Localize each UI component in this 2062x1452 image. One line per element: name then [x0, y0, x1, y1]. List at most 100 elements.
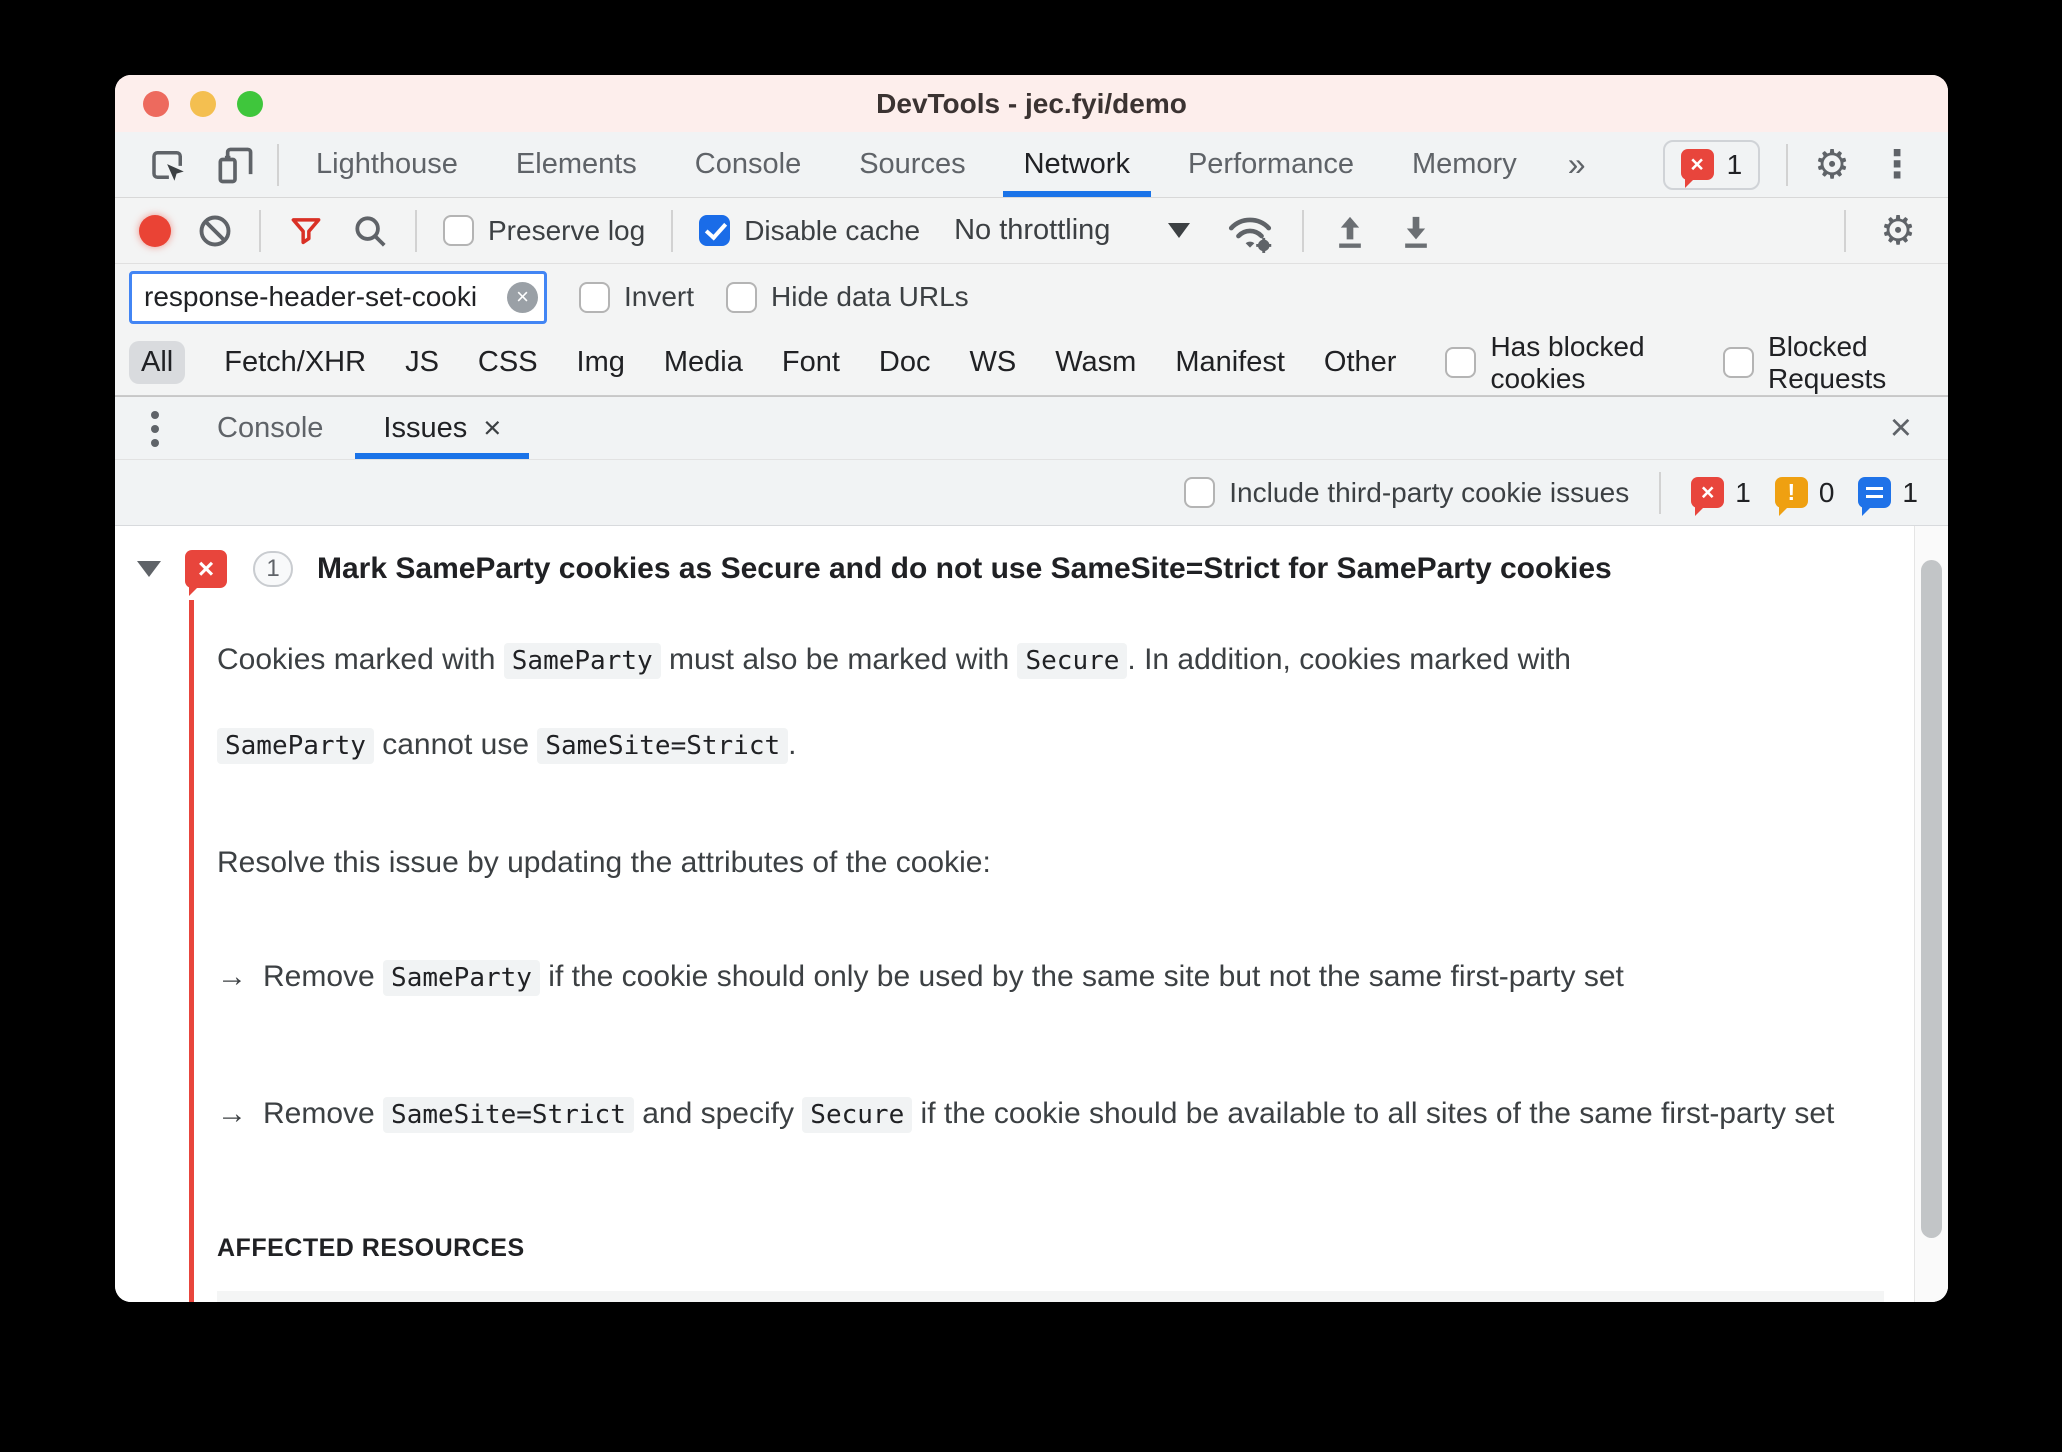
drawer-kebab-menu-icon[interactable] — [151, 411, 159, 419]
arrow-icon: → — [217, 960, 247, 993]
tab-network[interactable]: Network — [995, 132, 1159, 197]
filter-input-wrap: × — [129, 270, 547, 324]
issues-panel: × 1 Mark SameParty cookies as Secure and… — [115, 526, 1948, 1302]
devtools-tab-bar: Lighthouse Elements Console Sources Netw… — [115, 132, 1948, 198]
close-drawer-icon[interactable]: × — [1876, 407, 1926, 450]
issue-severity-border — [189, 600, 194, 1302]
devtools-window: DevTools - jec.fyi/demo Lighthouse Eleme… — [115, 75, 1948, 1302]
info-count-badge: 1 — [1858, 477, 1918, 516]
settings-gear-icon[interactable]: ⚙ — [1798, 142, 1866, 188]
search-icon[interactable] — [351, 212, 389, 250]
disable-cache-checkbox[interactable] — [699, 215, 731, 246]
tab-performance[interactable]: Performance — [1159, 132, 1383, 197]
open-issues-button[interactable]: × 1 — [1662, 139, 1761, 190]
has-blocked-cookies-toggle[interactable]: Has blocked cookies — [1445, 331, 1674, 395]
tab-elements[interactable]: Elements — [487, 132, 666, 197]
network-settings-gear-icon[interactable]: ⚙ — [1872, 208, 1924, 254]
affected-resources-box: 1 Raw Set-Cookie header Foo2=bar2;SamePa… — [217, 1291, 1884, 1302]
invert-toggle[interactable]: Invert — [579, 281, 694, 313]
network-filter-row: × Invert Hide data URLs — [115, 264, 1948, 330]
preserve-log-toggle[interactable]: Preserve log — [443, 215, 645, 247]
error-bubble-icon: × — [185, 550, 227, 596]
filter-wasm[interactable]: Wasm — [1055, 346, 1136, 379]
blocked-requests-toggle[interactable]: Blocked Requests — [1723, 331, 1928, 395]
filter-doc[interactable]: Doc — [879, 346, 931, 379]
tab-memory[interactable]: Memory — [1383, 132, 1546, 197]
filter-icon[interactable] — [287, 212, 325, 250]
more-tabs-button[interactable]: » — [1546, 132, 1608, 197]
device-toolbar-button[interactable] — [201, 143, 269, 187]
hide-data-urls-label: Hide data URLs — [771, 281, 969, 312]
resource-type-filters: All Fetch/XHR JS CSS Img Media Font Doc … — [115, 330, 1948, 396]
drawer-tab-console[interactable]: Console — [187, 397, 353, 459]
inspect-element-button[interactable] — [135, 144, 201, 186]
issue-header[interactable]: × 1 Mark SameParty cookies as Secure and… — [115, 526, 1948, 596]
disable-cache-label: Disable cache — [744, 214, 921, 246]
preserve-log-checkbox[interactable] — [443, 215, 474, 246]
invert-checkbox[interactable] — [579, 281, 610, 313]
issue-count-badge: 1 — [253, 551, 293, 587]
resolution-step: → Remove SameSite=Strict and specify Secu… — [217, 1075, 1884, 1154]
blocked-requests-checkbox[interactable] — [1723, 347, 1755, 378]
filter-css[interactable]: CSS — [478, 346, 538, 379]
divider — [1659, 471, 1662, 514]
filter-manifest[interactable]: Manifest — [1175, 346, 1285, 379]
warning-count-badge: ! 0 — [1774, 477, 1834, 516]
console-tab-label: Console — [217, 411, 324, 444]
minimize-window-button[interactable] — [190, 90, 216, 117]
network-conditions-icon[interactable] — [1224, 209, 1276, 253]
resolution-step: → Remove SameParty if the cookie should o… — [217, 938, 1884, 1017]
filter-other[interactable]: Other — [1324, 346, 1397, 379]
tab-console[interactable]: Console — [666, 132, 830, 197]
clear-network-log-button[interactable] — [197, 213, 233, 249]
error-bubble-icon: × — [1680, 149, 1714, 188]
traffic-lights — [143, 75, 263, 132]
error-bubble-icon: × — [1691, 477, 1725, 516]
issue-title: Mark SameParty cookies as Secure and do … — [317, 552, 1612, 585]
close-issues-tab-icon[interactable]: × — [483, 410, 501, 446]
include-third-party-checkbox[interactable] — [1184, 477, 1216, 508]
drawer-tab-bar: Console Issues × × — [115, 396, 1948, 460]
divider — [1844, 209, 1847, 252]
scrollbar-thumb[interactable] — [1921, 560, 1942, 1238]
filter-input[interactable] — [129, 270, 547, 324]
arrow-icon: → — [217, 1097, 247, 1130]
include-third-party-label: Include third-party cookie issues — [1229, 476, 1630, 508]
filter-all[interactable]: All — [129, 341, 186, 384]
clear-filter-icon[interactable]: × — [507, 281, 538, 313]
network-toolbar: Preserve log Disable cache No throttling — [115, 198, 1948, 264]
filter-js[interactable]: JS — [405, 346, 439, 379]
record-icon — [139, 214, 171, 247]
window-title: DevTools - jec.fyi/demo — [876, 87, 1187, 119]
filter-font[interactable]: Font — [782, 346, 840, 379]
scrollbar-track[interactable] — [1914, 526, 1948, 1302]
zoom-window-button[interactable] — [237, 90, 263, 117]
tab-lighthouse[interactable]: Lighthouse — [287, 132, 487, 197]
filter-img[interactable]: Img — [577, 346, 625, 379]
issues-toolbar: Include third-party cookie issues × 1 ! … — [115, 460, 1948, 526]
record-network-log-button[interactable] — [139, 214, 171, 247]
issue-body: Cookies marked with SameParty must also … — [217, 618, 1884, 1302]
hide-data-urls-checkbox[interactable] — [726, 281, 758, 313]
affected-resources-heading: AFFECTED RESOURCES — [217, 1234, 525, 1262]
collapse-issue-icon[interactable] — [137, 561, 161, 577]
include-third-party-toggle[interactable]: Include third-party cookie issues — [1184, 477, 1629, 509]
hide-data-urls-toggle[interactable]: Hide data URLs — [726, 281, 969, 313]
preserve-log-label: Preserve log — [488, 214, 646, 246]
blocked-requests-label: Blocked Requests — [1768, 330, 1887, 394]
kebab-menu-icon[interactable]: ⋮ — [1866, 142, 1928, 187]
close-window-button[interactable] — [143, 90, 169, 117]
tab-sources[interactable]: Sources — [830, 132, 994, 197]
issue-resolution-intro: Resolve this issue by updating the attri… — [217, 846, 991, 879]
warning-bubble-icon: ! — [1774, 477, 1808, 516]
filter-fetch-xhr[interactable]: Fetch/XHR — [224, 346, 366, 379]
divider — [1786, 143, 1789, 186]
throttling-select[interactable]: No throttling — [946, 214, 1198, 247]
has-blocked-cookies-checkbox[interactable] — [1445, 347, 1477, 378]
import-har-icon[interactable] — [1330, 211, 1370, 251]
export-har-icon[interactable] — [1396, 211, 1436, 251]
disable-cache-toggle[interactable]: Disable cache — [699, 215, 920, 247]
filter-ws[interactable]: WS — [970, 346, 1017, 379]
filter-media[interactable]: Media — [664, 346, 743, 379]
drawer-tab-issues[interactable]: Issues × — [353, 397, 531, 459]
